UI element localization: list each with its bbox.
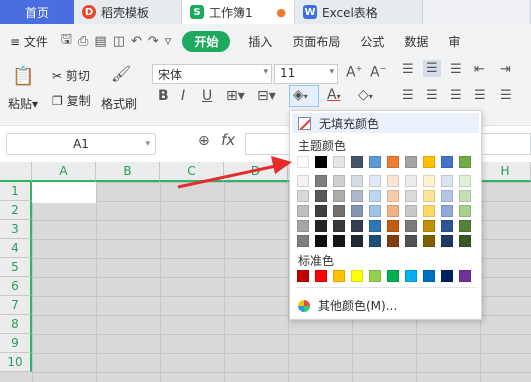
annotation-arrow bbox=[177, 156, 292, 189]
arrow-head bbox=[271, 156, 292, 174]
arrow-shaft bbox=[177, 164, 277, 189]
spreadsheet-app: 首页 D 稻壳模板 S 工作簿1 ● W Excel表格 ≡ 文件 🖫 ⎙ ▤ … bbox=[0, 0, 531, 382]
